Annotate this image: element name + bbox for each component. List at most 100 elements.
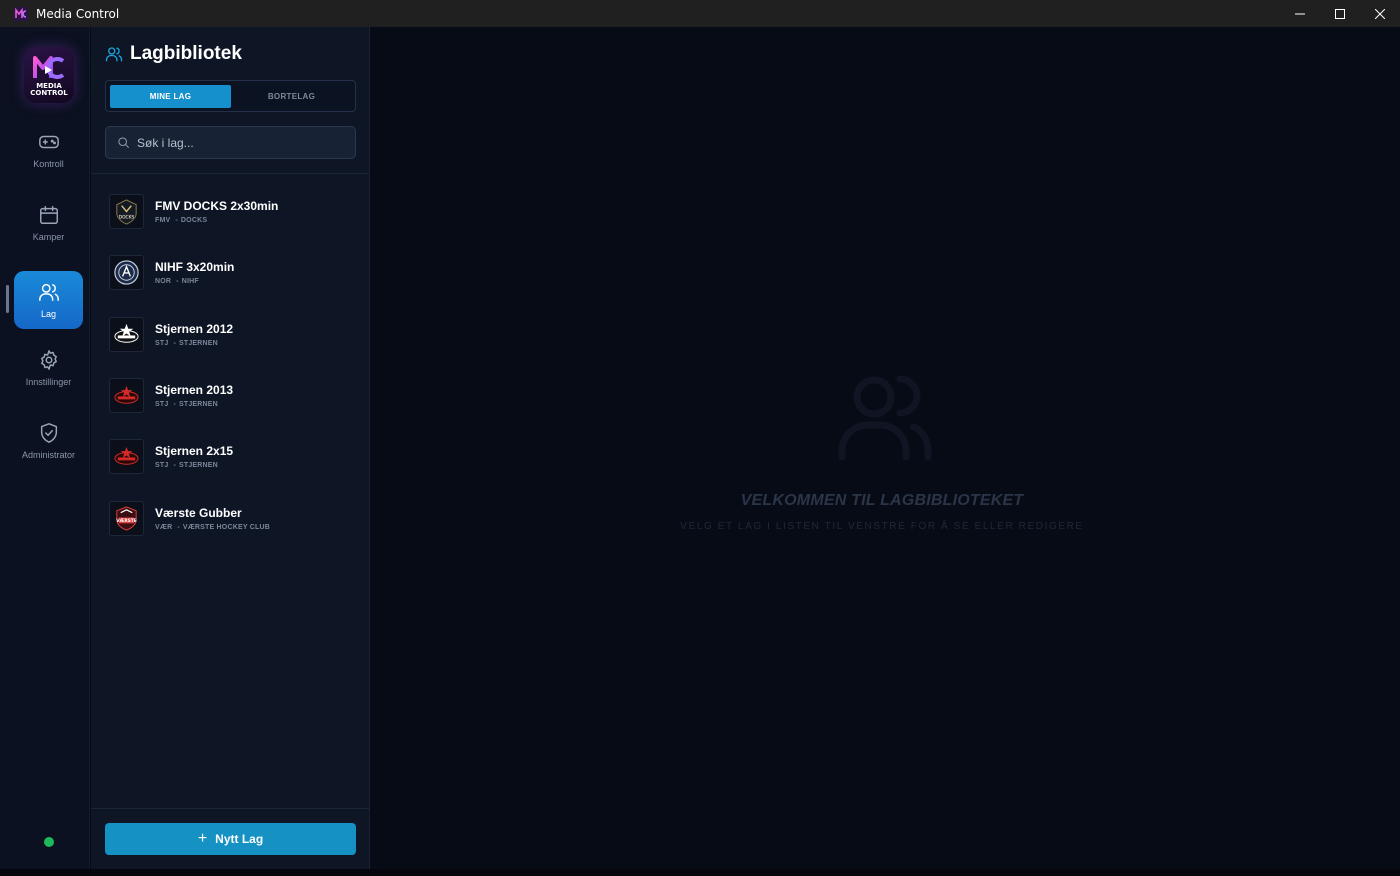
team-code: STJ	[155, 401, 169, 409]
nav-item-administrator[interactable]: Administrator	[14, 412, 83, 470]
nihf-logo-icon	[114, 260, 139, 286]
panel-divider-top	[91, 173, 370, 174]
team-name: Stjernen 2013	[155, 383, 234, 398]
nav-item-kontroll[interactable]: Kontroll	[14, 121, 83, 179]
nav-rail: MEDIA CONTROL Kontroll Kamper Lag Innsti…	[0, 27, 90, 869]
team-list-item[interactable]: VÆRSTE Værste Gubber VÆR - VÆRSTE HOCKEY C…	[91, 487, 370, 548]
team-club: STJERNEN	[178, 462, 218, 470]
team-name: FMV DOCKS 2x30min	[155, 199, 279, 214]
team-club: STJERNEN	[178, 339, 218, 347]
team-code: VÆR	[155, 523, 173, 531]
search-icon	[118, 137, 129, 148]
minimize-button[interactable]	[1280, 0, 1320, 27]
team-code: FMV	[155, 217, 171, 225]
team-info: Stjernen 2012 STJ - STJERNEN	[155, 322, 233, 347]
nav-label-kontroll: Kontroll	[33, 159, 64, 169]
team-library-panel: Lagbibliotek MINE LAG BORTELAG DOC	[91, 27, 370, 869]
nav-item-lag[interactable]: Lag	[14, 271, 83, 329]
team-info: NIHF 3x20min NOR - NIHF	[155, 260, 234, 285]
team-code: STJ	[155, 462, 169, 470]
search-box	[105, 126, 356, 159]
team-name: Stjernen 2x15	[155, 444, 234, 459]
gamepad-icon	[38, 135, 59, 149]
team-club: DOCKS	[180, 217, 208, 225]
team-tabs: MINE LAG BORTELAG	[105, 80, 356, 112]
minimize-icon	[1295, 13, 1305, 14]
team-list-item[interactable]: NIHF 3x20min NOR - NIHF	[91, 242, 370, 303]
team-meta: STJ - STJERNEN	[155, 401, 218, 409]
team-list-item[interactable]: DOCKS FMV DOCKS 2x30min FMV - DOCKS	[91, 181, 370, 242]
title-bar: Media Control	[0, 0, 1400, 27]
team-meta: VÆR - VÆRSTE HOCKEY CLUB	[155, 523, 270, 531]
team-logo	[109, 316, 144, 352]
nav-label-innstillinger: Innstillinger	[25, 377, 72, 387]
maximize-icon	[1335, 8, 1345, 19]
team-info: Værste Gubber VÆR - VÆRSTE HOCKEY CLUB	[155, 506, 270, 531]
new-team-label: Nytt Lag	[215, 832, 264, 846]
stjernen-logo-icon	[114, 323, 139, 343]
team-logo	[109, 439, 144, 475]
app-logo: MEDIA CONTROL	[24, 47, 74, 103]
nav-label-lag: Lag	[40, 309, 57, 319]
new-team-button[interactable]: + Nytt Lag	[105, 823, 356, 855]
close-button[interactable]	[1360, 0, 1400, 27]
team-name: Værste Gubber	[155, 505, 242, 520]
team-logo: DOCKS	[109, 194, 144, 230]
varste-logo-icon: VÆRSTE	[116, 506, 137, 531]
window-title: Media Control	[36, 6, 120, 21]
window-controls	[1280, 0, 1400, 27]
team-name: NIHF 3x20min	[155, 260, 235, 275]
team-info: FMV DOCKS 2x30min FMV - DOCKS	[155, 199, 278, 224]
team-list-item[interactable]: Stjernen 2013 STJ - STJERNEN	[91, 365, 370, 426]
main-content: VELKOMMEN TIL LAGBIBLIOTEKET VELG ET LAG…	[371, 27, 1400, 869]
shield-check-icon	[40, 423, 57, 443]
maximize-button[interactable]	[1320, 0, 1360, 27]
logo-text-line2: CONTROL	[30, 88, 68, 97]
tab-bortelag[interactable]: BORTELAG	[231, 85, 352, 108]
tab-mine-lag[interactable]: MINE LAG	[110, 85, 231, 108]
team-info: Stjernen 2x15 STJ - STJERNEN	[155, 444, 233, 469]
stjernen-logo-icon	[114, 447, 139, 466]
welcome-title: VELKOMMEN TIL LAGBIBLIOTEKET	[740, 492, 1024, 509]
team-code: NOR	[155, 278, 172, 286]
search-input[interactable]	[137, 135, 337, 150]
team-logo: VÆRSTE	[109, 500, 144, 536]
team-logo	[109, 255, 144, 291]
nav-item-kamper[interactable]: Kamper	[14, 194, 83, 252]
nav-item-innstillinger[interactable]: Innstillinger	[14, 339, 83, 397]
team-meta: FMV - DOCKS	[155, 217, 208, 225]
users-icon	[105, 47, 123, 62]
team-meta: NOR - NIHF	[155, 278, 199, 286]
docks-logo-icon: DOCKS	[116, 199, 137, 225]
team-meta: STJ - STJERNEN	[155, 339, 218, 347]
team-info: Stjernen 2013 STJ - STJERNEN	[155, 383, 233, 408]
team-club: VÆRSTE HOCKEY CLUB	[182, 523, 270, 531]
team-club: NIHF	[181, 278, 199, 286]
team-name: Stjernen 2012	[155, 321, 234, 336]
team-meta: STJ - STJERNEN	[155, 462, 218, 470]
nav-label-kamper: Kamper	[32, 232, 65, 242]
calendar-icon	[39, 206, 58, 224]
app-window: MEDIA CONTROL Kontroll Kamper Lag Innsti…	[0, 27, 1400, 869]
media-control-logo-icon	[33, 55, 65, 79]
team-list-item[interactable]: Stjernen 2012 STJ - STJERNEN	[91, 304, 370, 365]
logo-text: MEDIA CONTROL	[30, 82, 68, 97]
panel-header: Lagbibliotek	[105, 43, 242, 65]
panel-divider-bottom	[91, 808, 370, 809]
team-list-item[interactable]: Stjernen 2x15 STJ - STJERNEN	[91, 426, 370, 487]
users-icon	[838, 375, 932, 461]
stjernen-logo-icon	[114, 385, 139, 404]
window-bottom-edge	[0, 869, 1400, 876]
team-logo	[109, 378, 144, 414]
plus-icon: +	[197, 830, 208, 847]
close-icon	[1375, 8, 1385, 19]
panel-title: Lagbibliotek	[130, 43, 242, 64]
svg-text:VÆRSTE: VÆRSTE	[116, 518, 137, 524]
team-code: STJ	[155, 339, 169, 347]
team-club: STJERNEN	[178, 401, 218, 409]
svg-text:DOCKS: DOCKS	[119, 214, 135, 220]
team-list: DOCKS FMV DOCKS 2x30min FMV - DOCKS NIHF…	[91, 181, 370, 549]
app-icon	[14, 6, 28, 21]
connection-status-dot	[44, 837, 54, 847]
gear-icon	[40, 350, 57, 370]
